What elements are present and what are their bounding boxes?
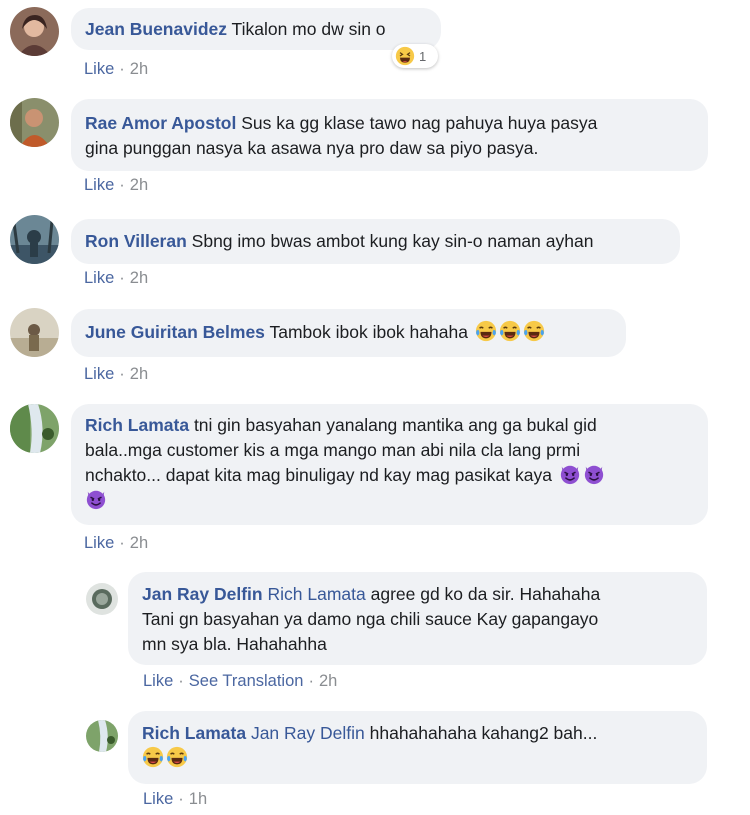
comment-author[interactable]: Ron Villeran [85, 231, 187, 251]
comment-text-line: bala..mga customer kis a mga mango man a… [85, 440, 581, 460]
reply-text: agree gd ko da sir. Hahahaha [370, 584, 601, 604]
like-link[interactable]: Like [84, 176, 114, 194]
like-link[interactable]: Like [84, 534, 114, 552]
smiling-imp-icon [85, 488, 107, 510]
comment-bubble: June Guiritan Belmes Tambok ibok ibok ha… [71, 309, 626, 357]
avatar[interactable] [10, 7, 59, 56]
timestamp[interactable]: 2h [130, 60, 148, 78]
like-link[interactable]: Like [143, 790, 173, 808]
comment-actions: Like · 2h [84, 534, 149, 552]
comment-text: Sbng imo bwas ambot kung kay sin-o naman… [191, 231, 594, 251]
tears-of-joy-icon [523, 320, 545, 342]
comment-actions: Like · 2h [84, 365, 149, 383]
reaction-summary[interactable]: 1 [392, 44, 438, 68]
comment-text: Tambok ibok ibok hahaha [269, 322, 468, 342]
comment-bubble: Rae Amor Apostol Sus ka gg klase tawo na… [71, 99, 708, 171]
like-link[interactable]: Like [84, 60, 114, 78]
mention-link[interactable]: Jan Ray Delfin [251, 723, 365, 743]
comment-text: Tikalon mo dw sin o [231, 19, 386, 39]
see-translation-link[interactable]: See Translation [189, 672, 304, 690]
reply-author[interactable]: Jan Ray Delfin [142, 584, 263, 604]
like-link[interactable]: Like [84, 269, 114, 287]
reply-text-line: mn sya bla. Hahahahha [142, 634, 327, 654]
timestamp[interactable]: 2h [319, 672, 337, 690]
like-link[interactable]: Like [143, 672, 173, 690]
comment-text-line: gina punggan nasya ka asawa nya pro daw … [85, 138, 539, 158]
timestamp[interactable]: 2h [130, 176, 148, 194]
comment-text: Sus ka gg klase tawo nag pahuya huya pas… [241, 113, 598, 133]
comment-bubble: Rich Lamata tni gin basyahan yanalang ma… [71, 404, 708, 525]
like-link[interactable]: Like [84, 365, 114, 383]
avatar[interactable] [10, 308, 59, 357]
timestamp[interactable]: 2h [130, 365, 148, 383]
avatar[interactable] [86, 583, 118, 615]
tears-of-joy-icon [166, 746, 188, 768]
smiling-imp-icon [559, 463, 581, 485]
comment-author[interactable]: June Guiritan Belmes [85, 322, 265, 342]
comment-bubble: Jean Buenavidez Tikalon mo dw sin o [71, 8, 441, 50]
avatar[interactable] [10, 404, 59, 453]
mention-link[interactable]: Rich Lamata [267, 584, 365, 604]
comment-actions: Like · 2h [84, 176, 149, 194]
comment-author[interactable]: Jean Buenavidez [85, 19, 227, 39]
avatar[interactable] [86, 720, 118, 752]
avatar[interactable] [10, 98, 59, 147]
comment-actions: Like · 2h [84, 269, 149, 287]
laugh-emoji-icon [395, 46, 415, 66]
reaction-count: 1 [419, 48, 427, 64]
comment-text-line: nchakto... dapat kita mag binuligay nd k… [85, 465, 552, 485]
reply-text: hhahahahaha kahang2 bah... [369, 723, 598, 743]
tears-of-joy-icon [499, 320, 521, 342]
tears-of-joy-icon [142, 746, 164, 768]
smiling-imp-icon [583, 463, 605, 485]
reply-actions: Like · 1h [143, 790, 208, 808]
timestamp[interactable]: 2h [130, 534, 148, 552]
comment-author[interactable]: Rae Amor Apostol [85, 113, 236, 133]
comment-author[interactable]: Rich Lamata [85, 415, 189, 435]
reply-text-line: Tani gn basyahan ya damo nga chili sauce… [142, 609, 599, 629]
reply-author[interactable]: Rich Lamata [142, 723, 246, 743]
comment-bubble: Ron Villeran Sbng imo bwas ambot kung ka… [71, 219, 680, 264]
tears-of-joy-icon [475, 320, 497, 342]
comment-actions: Like · 2h [84, 60, 149, 78]
reply-bubble: Rich Lamata Jan Ray Delfin hhahahahaha k… [128, 711, 707, 784]
reply-actions: Like · See Translation · 2h [143, 672, 338, 690]
timestamp[interactable]: 2h [130, 269, 148, 287]
reply-bubble: Jan Ray Delfin Rich Lamata agree gd ko d… [128, 572, 707, 665]
comment-text: tni gin basyahan yanalang mantika ang ga… [193, 415, 597, 435]
avatar[interactable] [10, 215, 59, 264]
timestamp[interactable]: 1h [189, 790, 207, 808]
